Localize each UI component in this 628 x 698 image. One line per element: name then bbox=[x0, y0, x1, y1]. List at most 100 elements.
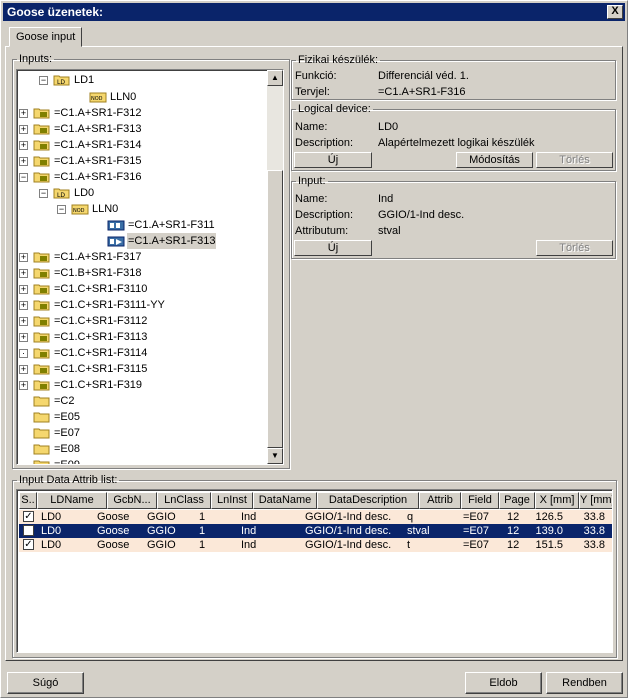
column-header[interactable]: GcbN... bbox=[107, 492, 157, 509]
expand-icon[interactable]: + bbox=[19, 333, 28, 342]
folder-icon bbox=[33, 459, 51, 464]
expand-icon[interactable]: + bbox=[19, 109, 28, 118]
column-header[interactable]: Y [mm] bbox=[579, 492, 612, 509]
expand-icon[interactable]: + bbox=[19, 125, 28, 134]
ld-new-button[interactable]: Új bbox=[294, 152, 372, 168]
close-button[interactable]: X bbox=[607, 5, 623, 19]
table-cell: Ind bbox=[241, 525, 257, 537]
tree-node-label: =C1.A+SR1-F315 bbox=[54, 155, 142, 167]
tree-node-label: =C1.A+SR1-F314 bbox=[54, 139, 142, 151]
column-header[interactable]: Page bbox=[499, 492, 535, 509]
row-checkbox[interactable]: ✓ bbox=[23, 511, 34, 522]
tree-node-label: LD1 bbox=[74, 74, 95, 86]
expand-icon[interactable]: + bbox=[19, 365, 28, 374]
expand-icon[interactable]: + bbox=[19, 301, 28, 310]
ld-icon: LD bbox=[53, 74, 71, 86]
expand-icon[interactable]: + bbox=[19, 157, 28, 166]
ied-icon bbox=[33, 155, 51, 167]
help-button[interactable]: Súgó bbox=[7, 672, 84, 694]
table-cell: q bbox=[407, 511, 414, 523]
table-cell: LD0 bbox=[41, 539, 62, 551]
table-row[interactable]: ✓ LD0 Goose GGIO 1 Ind GGIO/1-Ind desc. stval =E… bbox=[19, 524, 612, 538]
expand-icon[interactable]: + bbox=[19, 381, 28, 390]
ld-delete-button[interactable]: Törlés bbox=[536, 152, 613, 168]
column-header[interactable]: Field bbox=[461, 492, 499, 509]
table-cell: 1 bbox=[199, 525, 206, 537]
ok-button[interactable]: Rendben bbox=[546, 672, 623, 694]
expand-icon[interactable]: + bbox=[19, 317, 28, 326]
tree-node-label: LD0 bbox=[74, 187, 95, 199]
tree-node-label: LLN0 bbox=[110, 91, 137, 103]
table-row[interactable]: ✓ LD0 Goose GGIO 1 Ind GGIO/1-Ind desc. t =E07 12… bbox=[19, 538, 612, 552]
folder-icon bbox=[33, 427, 51, 439]
table-cell: 12. bbox=[507, 539, 519, 551]
inputs-tree[interactable]: − LD LD1 NOD LLN0 + =C1.A+SR1-F312 + =C1.A+SR1-F… bbox=[16, 69, 284, 465]
expand-icon[interactable]: − bbox=[39, 189, 48, 198]
tree-node-label: =E08 bbox=[54, 443, 80, 455]
table-row[interactable]: ✓ LD0 Goose GGIO 1 Ind GGIO/1-Ind desc. q =E07 12… bbox=[19, 510, 612, 524]
expand-icon[interactable]: + bbox=[19, 269, 28, 278]
input-description-value: GGIO/1-Ind desc. bbox=[378, 209, 465, 221]
ied-icon bbox=[33, 251, 51, 263]
table-cell: LD0 bbox=[41, 511, 62, 523]
table-cell: 139.0 bbox=[535, 525, 563, 537]
column-header[interactable]: LnClass bbox=[157, 492, 211, 509]
column-header[interactable]: DataName bbox=[253, 492, 317, 509]
table-cell: GGIO bbox=[147, 539, 176, 551]
svg-text:LD: LD bbox=[57, 192, 65, 199]
row-checkbox[interactable]: ✓ bbox=[23, 525, 34, 536]
tree-node-label: =E05 bbox=[54, 411, 80, 423]
column-header[interactable]: Attrib bbox=[419, 492, 461, 509]
ld-modify-button[interactable]: Módosítás bbox=[456, 152, 533, 168]
table-cell: 1 bbox=[199, 539, 206, 551]
tree-node-label: =C1.A+SR1-F312 bbox=[54, 107, 142, 119]
tree-node-label: =C1.C+SR1-F3115 bbox=[54, 363, 148, 375]
table-cell: =E07 bbox=[463, 511, 489, 523]
ied-icon bbox=[33, 267, 51, 279]
table-cell: 1 bbox=[199, 511, 206, 523]
row-checkbox[interactable]: ✓ bbox=[23, 539, 34, 550]
column-header[interactable]: DataDescription bbox=[317, 492, 419, 509]
scroll-down-button[interactable]: ▼ bbox=[267, 448, 283, 464]
table-cell: 151.5 bbox=[535, 539, 563, 551]
scroll-up-button[interactable]: ▲ bbox=[267, 70, 283, 86]
column-header[interactable]: LnInst bbox=[211, 492, 253, 509]
expand-icon[interactable]: + bbox=[19, 285, 28, 294]
scroll-thumb[interactable] bbox=[267, 170, 283, 448]
tree-node-label: =C1.B+SR1-F318 bbox=[54, 267, 142, 279]
table-cell: =E07 bbox=[463, 525, 489, 537]
input-attribute-value: stval bbox=[378, 225, 401, 237]
title-bar: Goose üzenetek: X bbox=[3, 3, 625, 21]
node-icon: NOD bbox=[71, 203, 89, 215]
column-header[interactable]: LDName bbox=[37, 492, 107, 509]
expand-icon[interactable]: · bbox=[19, 349, 28, 358]
tab-goose-input[interactable]: Goose input bbox=[9, 27, 83, 47]
expand-icon[interactable]: − bbox=[19, 173, 28, 182]
table-cell: 126.5 bbox=[535, 511, 563, 523]
expand-icon[interactable]: − bbox=[57, 205, 66, 214]
expand-icon[interactable]: + bbox=[19, 253, 28, 262]
tab-label: Goose input bbox=[16, 31, 76, 43]
column-header[interactable]: S.. bbox=[19, 492, 37, 509]
input-description-label: Description: bbox=[295, 209, 354, 221]
expand-icon[interactable]: + bbox=[19, 141, 28, 150]
ld-description-value: Alapértelmezett logikai készülék bbox=[378, 137, 535, 149]
svg-text:NOD: NOD bbox=[91, 96, 103, 102]
ied-icon bbox=[33, 299, 51, 311]
inputs-legend: Inputs: bbox=[19, 53, 53, 65]
node-icon: NOD bbox=[89, 91, 107, 103]
ied-icon bbox=[33, 379, 51, 391]
table-cell: Goose bbox=[97, 525, 130, 537]
ied-icon bbox=[33, 139, 51, 151]
tree-node-label: =C1.C+SR1-F3114 bbox=[54, 347, 148, 359]
table-cell: 12. bbox=[507, 511, 519, 523]
column-header[interactable]: X [mm] bbox=[535, 492, 579, 509]
ld-description-label: Description: bbox=[295, 137, 354, 149]
tree-scrollbar[interactable]: ▲ ▼ bbox=[267, 70, 283, 464]
ld-name-label: Name: bbox=[295, 121, 328, 133]
input-new-button[interactable]: Új bbox=[294, 240, 372, 256]
discard-button[interactable]: Eldob bbox=[465, 672, 542, 694]
expand-icon[interactable]: − bbox=[39, 76, 48, 85]
input-delete-button[interactable]: Törlés bbox=[536, 240, 613, 256]
attrib-list-table[interactable]: S.. LDName GcbN... LnClass LnInst DataName Dat… bbox=[16, 489, 613, 653]
